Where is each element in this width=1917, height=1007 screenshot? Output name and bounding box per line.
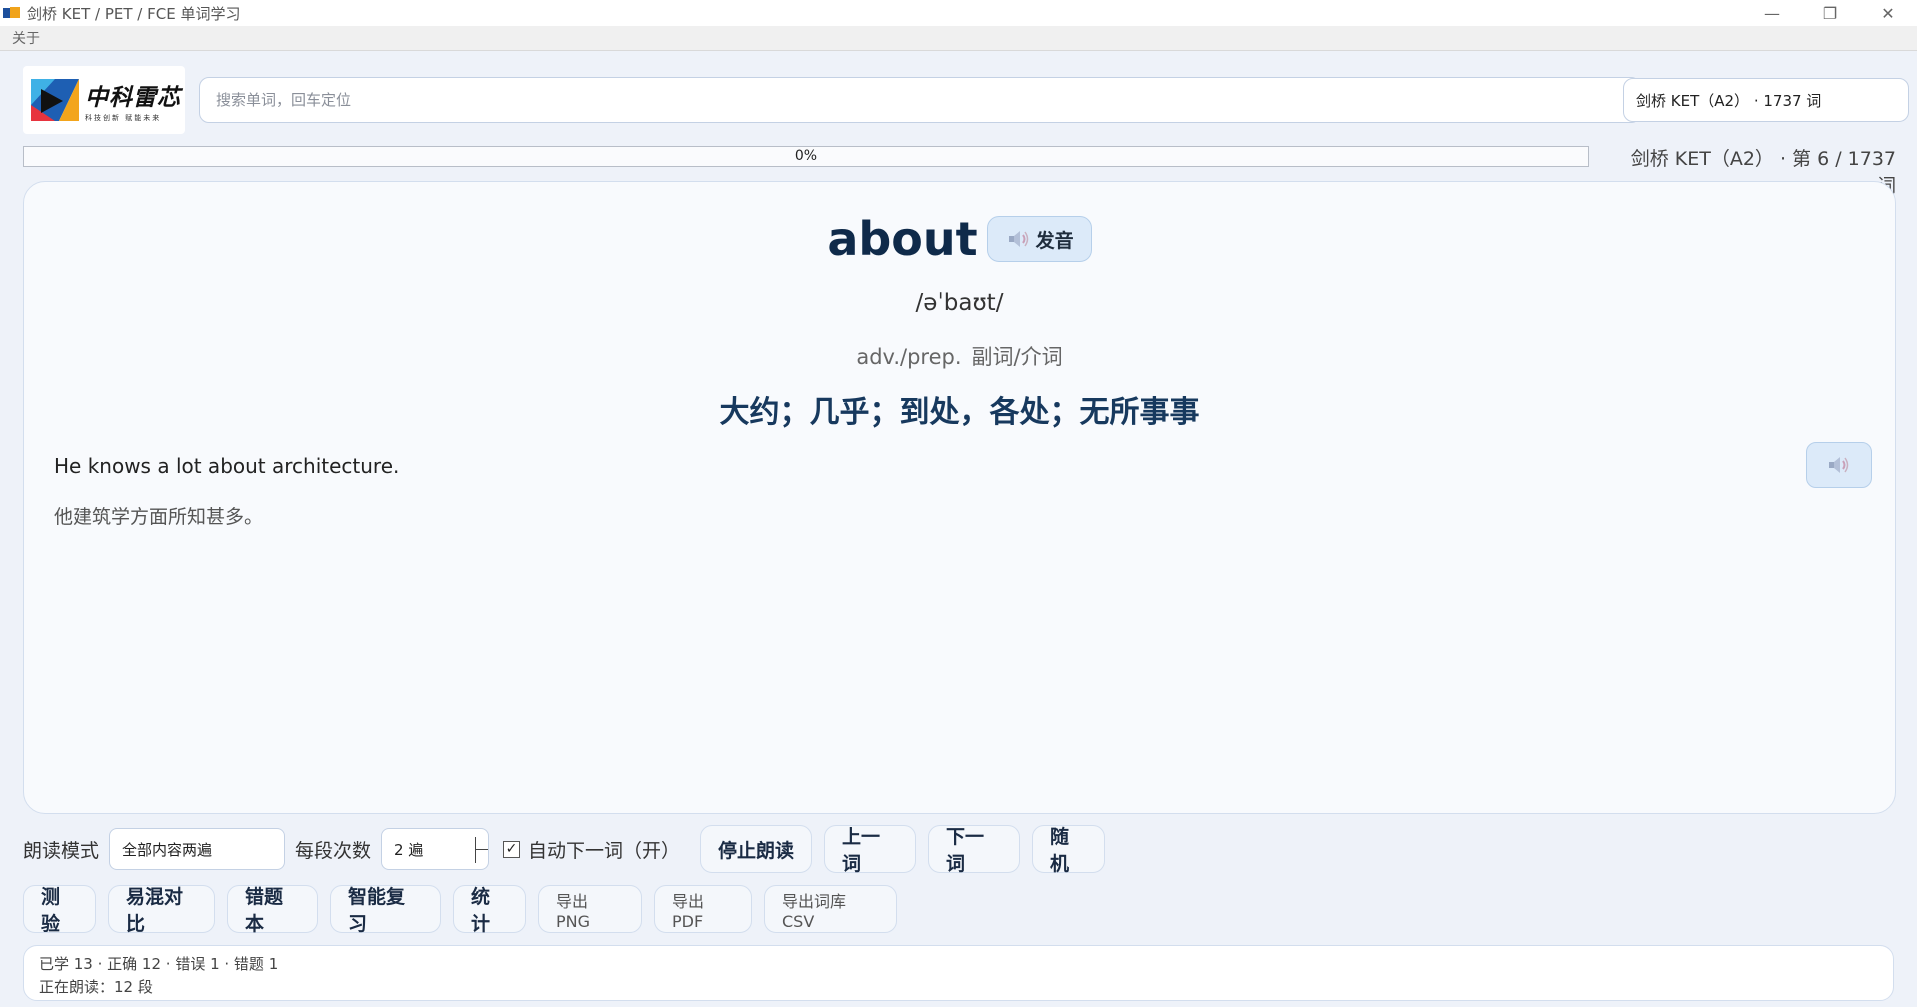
window-title: 剑桥 KET / PET / FCE 单词学习 [27, 4, 241, 23]
level-select[interactable]: 剑桥 KET（A2） · 1737 词 [1623, 78, 1909, 122]
pronounce-button-label: 发音 [1035, 229, 1074, 252]
progress-bar: 0% [23, 146, 1589, 167]
part-of-speech-abbr: adv./prep. [856, 345, 962, 369]
pronounce-button[interactable]: 发音 [986, 216, 1092, 262]
read-mode-label: 朗读模式 [23, 839, 100, 862]
meaning: 大约；几乎；到处，各处；无所事事 [719, 395, 1200, 430]
logo-subtitle: 科技创新 赋能未来 [85, 113, 162, 122]
example-sentence-en: He knows a lot about architecture. [54, 454, 400, 478]
auto-next-label: 自动下一词（开） [528, 839, 681, 862]
stop-reading-button[interactable]: 停止朗读 [700, 825, 813, 873]
spinner-arrows-icon[interactable] [475, 837, 489, 863]
export-csv-button[interactable]: 导出词库 CSV [764, 885, 897, 933]
status-panel: 已学 13 · 正确 12 · 错误 1 · 错题 1 正在朗读：12 段 [23, 945, 1894, 1001]
speaker-icon [1829, 457, 1849, 473]
logo-text: 中科雷芯 [85, 83, 181, 111]
app-icon [3, 6, 21, 20]
read-mode-value: 全部内容两遍 [122, 840, 213, 859]
stats-button[interactable]: 统计 [453, 885, 526, 935]
example-sentence-zh: 他建筑学方面所知甚多。 [54, 506, 264, 528]
window-controls: — ❐ ✕ [1743, 0, 1917, 26]
title-bar: 剑桥 KET / PET / FCE 单词学习 — ❐ ✕ [0, 0, 1917, 26]
phonetic: /əˈbaʊt/ [915, 290, 1004, 316]
smart-review-button[interactable]: 智能复习 [330, 885, 441, 935]
status-reading: 正在朗读：12 段 [39, 978, 153, 996]
maximize-button[interactable]: ❐ [1801, 0, 1859, 26]
export-png-button[interactable]: 导出 PNG [538, 885, 642, 933]
minimize-button[interactable]: — [1743, 0, 1801, 26]
part-of-speech-cn: 副词/介词 [971, 345, 1063, 369]
auto-next-checkbox[interactable]: ✓ [503, 840, 521, 858]
random-button[interactable]: 随机 [1032, 825, 1106, 875]
part-of-speech: adv./prep. 副词/介词 [24, 341, 1895, 371]
read-mode-select[interactable]: 全部内容两遍 [109, 828, 286, 870]
speaker-icon [1008, 231, 1028, 247]
confusables-button[interactable]: 易混对比 [108, 885, 215, 935]
word-card: about 发音 /əˈbaʊt/ adv./prep. 副词/介词 大约；几乎；… [23, 181, 1896, 814]
reading-controls: 朗读模式 全部内容两遍 每段次数 2 遍 ✓ 自动下一词（开） 停止朗读 上一词… [23, 824, 1106, 875]
action-bar: 测验 易混对比 错题本 智能复习 统计 导出 PNG 导出 PDF 导出词库 C… [23, 885, 909, 935]
progress-label: 0% [794, 148, 818, 164]
logo-mark-icon [31, 79, 79, 121]
headword: about [827, 212, 978, 266]
prev-word-button[interactable]: 上一词 [824, 825, 917, 875]
status-summary: 已学 13 · 正确 12 · 错误 1 · 错题 1 [39, 955, 279, 973]
quiz-button[interactable]: 测验 [23, 885, 96, 935]
repeat-count-spinner[interactable]: 2 遍 [381, 828, 490, 870]
search-input[interactable] [199, 77, 1641, 123]
export-pdf-button[interactable]: 导出 PDF [654, 885, 752, 933]
example-speak-button[interactable] [1806, 442, 1872, 488]
repeat-count-label: 每段次数 [295, 839, 372, 862]
level-select-value: 剑桥 KET（A2） · 1737 词 [1636, 91, 1822, 110]
logo: 中科雷芯 科技创新 赋能未来 [23, 66, 185, 134]
close-button[interactable]: ✕ [1859, 0, 1917, 26]
repeat-count-value: 2 遍 [394, 840, 424, 859]
menu-bar: 关于 [0, 26, 1917, 51]
menu-item-about[interactable]: 关于 [12, 28, 40, 48]
mistakes-button[interactable]: 错题本 [227, 885, 318, 935]
next-word-button[interactable]: 下一词 [928, 825, 1021, 875]
